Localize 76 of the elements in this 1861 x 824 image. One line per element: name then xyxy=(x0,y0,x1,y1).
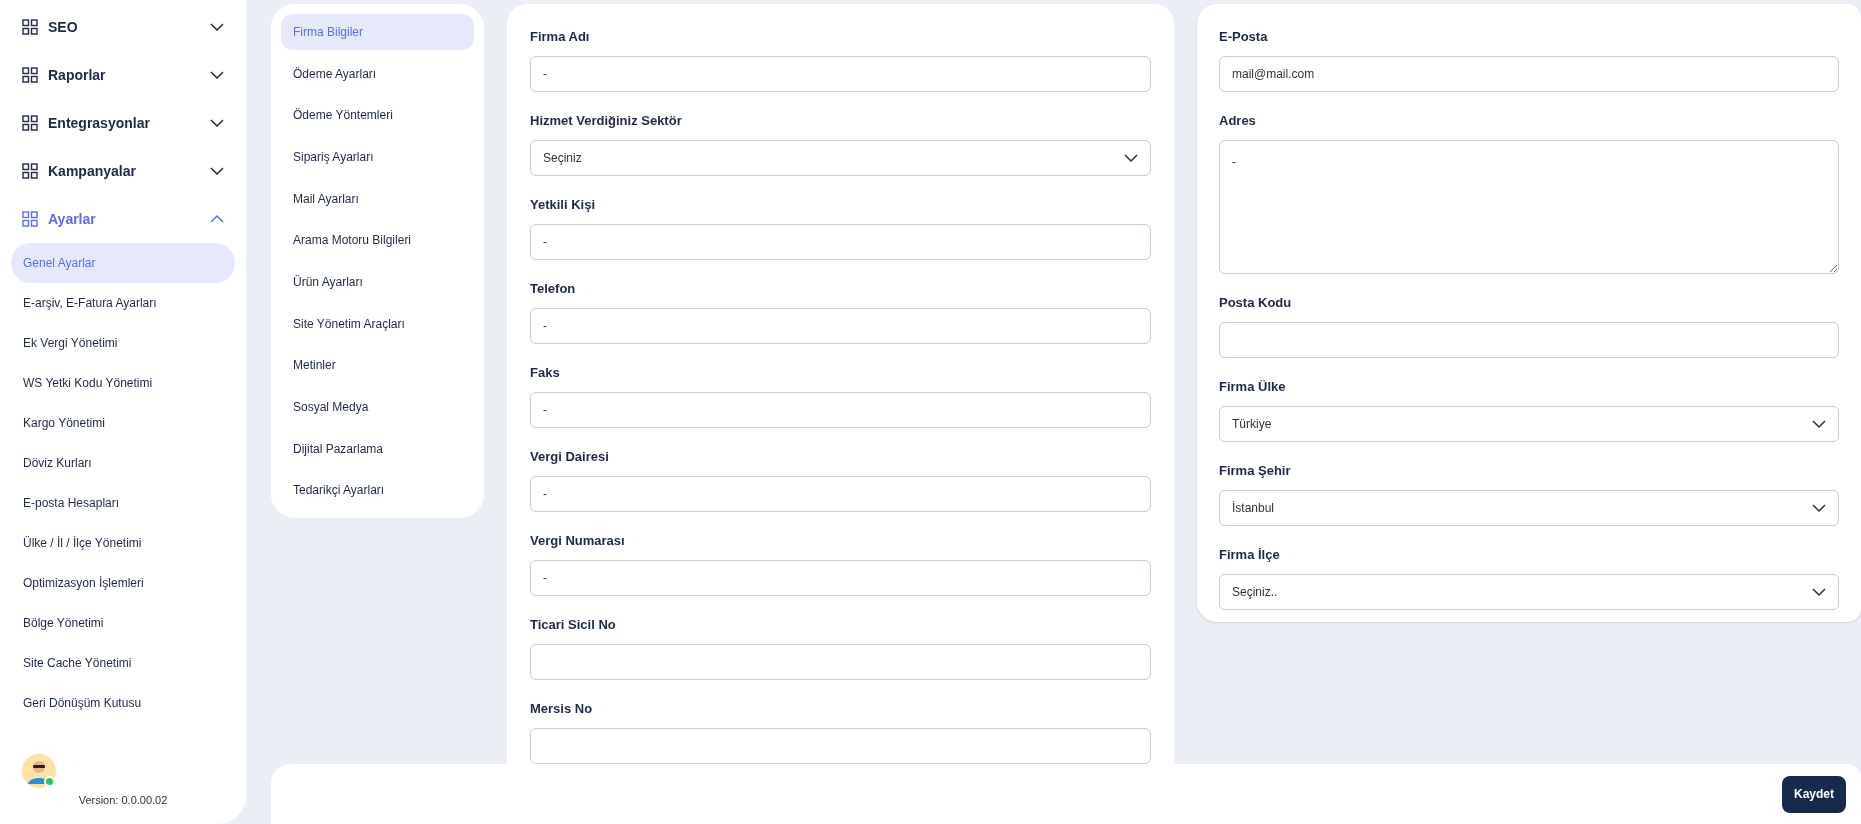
sidebar-item[interactable]: Kargo Yönetimi xyxy=(11,403,235,443)
field-label: Hizmet Verdiğiniz Sektör xyxy=(530,112,683,130)
sidebar-item[interactable]: Bölge Yönetimi xyxy=(11,603,235,643)
sidebar-group[interactable]: Kampanyalar xyxy=(0,147,246,195)
settings-menu-item[interactable]: Ödeme Yöntemleri xyxy=(281,97,474,133)
field-label: Firma İlçe xyxy=(1219,546,1281,564)
sidebar-item[interactable]: Geri Dönüşüm Kutusu xyxy=(11,683,235,723)
settings-menu-item[interactable]: Ödeme Ayarları xyxy=(281,55,474,92)
text-field[interactable] xyxy=(530,644,1151,680)
sidebar-item[interactable]: Ülke / İl / İlçe Yönetimi xyxy=(11,523,235,563)
settings-menu-item[interactable]: Tedarikçi Ayarları xyxy=(281,472,474,509)
text-area[interactable]: - xyxy=(1219,140,1839,274)
sidebar-group[interactable]: SEO xyxy=(0,3,246,51)
settings-menu-item[interactable]: Mail Ayarları xyxy=(281,180,474,217)
version-text: Version: 0.0.00.02 xyxy=(77,792,169,808)
select-field[interactable]: İstanbul xyxy=(1219,490,1839,526)
settings-menu-item[interactable]: Sosyal Medya xyxy=(281,389,474,425)
sidebar-group[interactable]: Raporlar xyxy=(0,51,246,99)
chevron-down-icon xyxy=(210,23,224,31)
settings-menu-item[interactable]: Ürün Ayarları xyxy=(281,264,474,300)
grid-icon xyxy=(22,211,38,227)
settings-menu-item[interactable]: Dijital Pazarlama xyxy=(281,430,474,467)
field-label: Mersis No xyxy=(530,700,594,718)
select-field[interactable]: Türkiye xyxy=(1219,406,1839,442)
chevron-up-icon xyxy=(210,215,224,223)
sidebar-item[interactable]: E-posta Hesapları xyxy=(11,483,235,523)
chevron-down-icon xyxy=(210,167,224,175)
text-field[interactable] xyxy=(1219,322,1839,358)
grid-icon xyxy=(22,115,38,131)
sidebar-group[interactable]: Entegrasyonlar xyxy=(0,99,246,147)
text-field[interactable]: - xyxy=(530,392,1151,428)
sidebar-item[interactable]: Döviz Kurları xyxy=(11,443,235,483)
settings-menu-item[interactable]: Arama Motoru Bilgileri xyxy=(281,222,474,259)
chevron-down-icon xyxy=(1812,504,1826,512)
text-field[interactable]: - xyxy=(530,224,1151,260)
field-label: Telefon xyxy=(530,280,577,298)
field-label: Firma Adı xyxy=(530,28,591,46)
field-label: E-Posta xyxy=(1219,28,1269,46)
settings-menu-item[interactable]: Firma Bilgiler xyxy=(281,14,474,50)
text-field[interactable]: - xyxy=(530,308,1151,344)
sidebar-group[interactable]: Ayarlar xyxy=(0,195,246,243)
field-label: Vergi Numarası xyxy=(530,532,626,550)
avatar[interactable] xyxy=(22,753,56,788)
field-label: Yetkili Kişi xyxy=(530,196,597,214)
settings-menu-item[interactable]: Site Yönetim Araçları xyxy=(281,305,474,342)
text-field[interactable]: mail@mail.com xyxy=(1219,56,1839,92)
chevron-down-icon xyxy=(210,71,224,79)
field-label: Adres xyxy=(1219,112,1257,130)
select-field[interactable]: Seçiniz xyxy=(530,140,1151,176)
field-label: Firma Ülke xyxy=(1219,378,1287,396)
text-field[interactable]: - xyxy=(530,476,1151,512)
field-label: Firma Şehir xyxy=(1219,462,1292,480)
sidebar-item[interactable]: Genel Ayarlar xyxy=(11,243,235,283)
sidebar-item[interactable]: WS Yetki Kodu Yönetimi xyxy=(11,363,235,403)
field-label: Posta Kodu xyxy=(1219,294,1293,312)
grid-icon xyxy=(22,163,38,179)
settings-menu-item[interactable]: Sipariş Ayarları xyxy=(281,139,474,175)
chevron-down-icon xyxy=(210,119,224,127)
field-label: Vergi Dairesi xyxy=(530,448,610,466)
sidebar-item[interactable]: E-arşiv, E-Fatura Ayarları xyxy=(11,283,235,323)
save-button[interactable]: Kaydet xyxy=(1782,775,1846,813)
select-field[interactable]: Seçiniz.. xyxy=(1219,574,1839,610)
sidebar-item[interactable]: Optimizasyon İşlemleri xyxy=(11,563,235,603)
sidebar-item[interactable]: Ek Vergi Yönetimi xyxy=(11,323,235,363)
text-field[interactable] xyxy=(530,728,1151,764)
chevron-down-icon xyxy=(1812,588,1826,596)
text-field[interactable]: - xyxy=(530,560,1151,596)
chevron-down-icon xyxy=(1812,420,1826,428)
field-label: Faks xyxy=(530,364,561,382)
settings-menu-item[interactable]: Metinler xyxy=(281,347,474,384)
text-field[interactable]: - xyxy=(530,56,1151,92)
grid-icon xyxy=(22,19,38,35)
sidebar-item[interactable]: Site Cache Yönetimi xyxy=(11,643,235,683)
field-label: Ticari Sicil No xyxy=(530,616,617,634)
grid-icon xyxy=(22,67,38,83)
chevron-down-icon xyxy=(1124,154,1138,162)
